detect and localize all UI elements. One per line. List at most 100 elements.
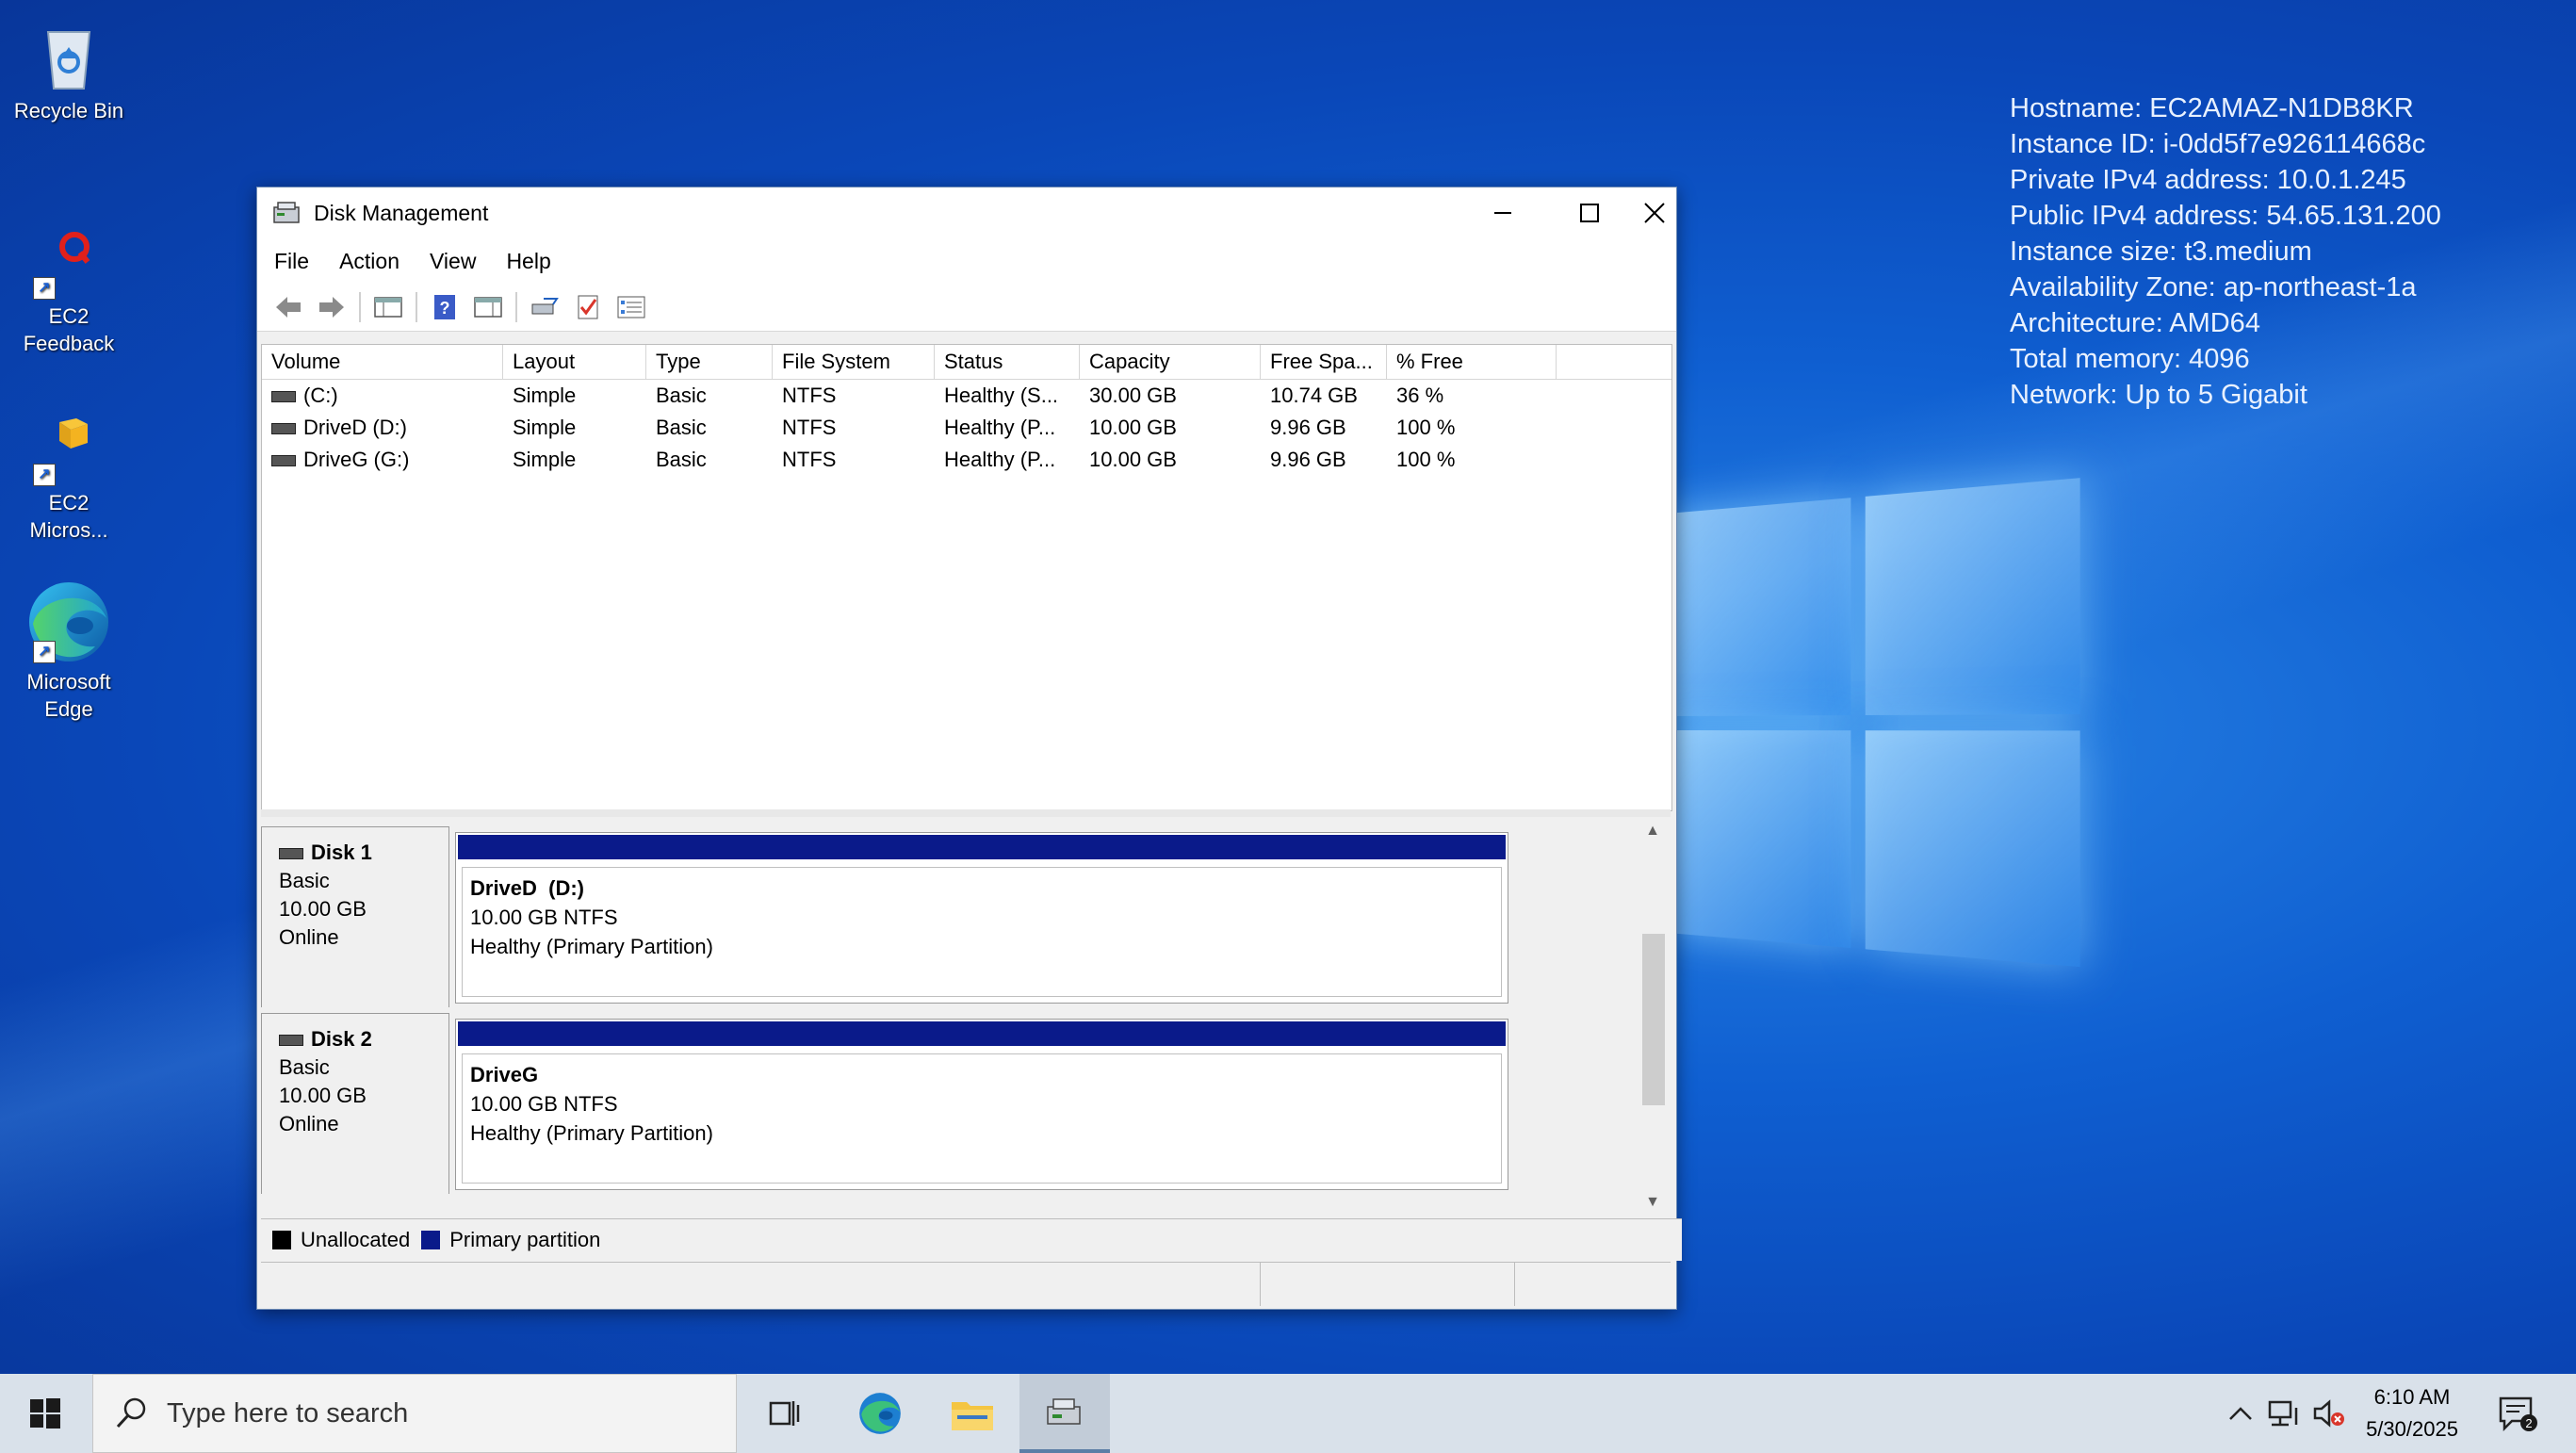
close-button[interactable] xyxy=(1633,188,1676,238)
show-hide-console-tree-button[interactable] xyxy=(372,291,404,323)
desktop-icon-label: Microsoft Edge xyxy=(26,670,110,721)
disk-size: 10.00 GB xyxy=(279,1082,448,1110)
notification-center-icon: 2 xyxy=(2497,1395,2538,1432)
partition-block[interactable]: DriveD (D:) 10.00 GB NTFS Healthy (Prima… xyxy=(455,832,1508,1004)
partition-fs: 10.00 GB NTFS xyxy=(470,903,1501,932)
chevron-up-icon xyxy=(2228,1405,2253,1422)
taskbar-clock[interactable]: 6:10 AM 5/30/2025 xyxy=(2337,1381,2487,1445)
scrollbar-thumb[interactable] xyxy=(1642,934,1665,1105)
back-button[interactable] xyxy=(272,291,304,323)
table-row[interactable]: (C:) Simple Basic NTFS Healthy (S... 30.… xyxy=(262,380,1671,412)
desktop-icon-ec2-feedback[interactable]: ↗ EC2 Feedback xyxy=(8,224,130,357)
forward-arrow-icon xyxy=(318,295,346,319)
network-button[interactable] xyxy=(2265,1374,2305,1453)
maximize-button[interactable] xyxy=(1546,188,1633,238)
disk-info[interactable]: Disk 2 Basic 10.00 GB Online xyxy=(261,1013,449,1194)
volume-status: Healthy (S... xyxy=(935,380,1080,412)
sysinfo-total-memory: Total memory: 4096 xyxy=(2010,341,2441,377)
column-header-status[interactable]: Status xyxy=(935,345,1080,379)
taskbar-disk-management-button[interactable] xyxy=(1019,1374,1110,1453)
table-row[interactable]: DriveD (D:) Simple Basic NTFS Healthy (P… xyxy=(262,412,1671,444)
disk-row[interactable]: Disk 2 Basic 10.00 GB Online DriveG 10.0… xyxy=(261,1013,1524,1194)
disk-management-app-icon xyxy=(1044,1394,1085,1429)
desktop-icon-ec2-microsoft[interactable]: ↗ EC2 Micros... xyxy=(8,411,130,544)
partition-status: Healthy (Primary Partition) xyxy=(470,932,1501,961)
minimize-button[interactable] xyxy=(1459,188,1546,238)
properties-button[interactable] xyxy=(615,291,647,323)
toolbar-separator xyxy=(416,292,417,322)
disk-row[interactable]: Disk 1 Basic 10.00 GB Online DriveD (D:)… xyxy=(261,826,1524,1007)
volume-type: Basic xyxy=(646,412,773,444)
desktop-icon-recycle-bin[interactable]: Recycle Bin xyxy=(8,19,130,125)
task-view-button[interactable] xyxy=(739,1374,829,1453)
desktop-icon-label: EC2 Micros... xyxy=(29,491,107,542)
disk-view-scrollbar[interactable]: ▲ ▼ xyxy=(1639,817,1667,1216)
menu-view[interactable]: View xyxy=(430,249,476,274)
legend-unallocated: Unallocated xyxy=(301,1228,410,1252)
volume-status: Healthy (P... xyxy=(935,412,1080,444)
column-header-percent-free[interactable]: % Free xyxy=(1387,345,1557,379)
volume-list: Volume Layout Type File System Status Ca… xyxy=(261,344,1672,811)
show-hidden-icons-button[interactable] xyxy=(2224,1374,2258,1453)
column-header-volume[interactable]: Volume xyxy=(262,345,503,379)
column-header-capacity[interactable]: Capacity xyxy=(1080,345,1261,379)
volume-capacity: 10.00 GB xyxy=(1080,412,1261,444)
primary-partition-swatch xyxy=(421,1231,440,1249)
check-properties-button[interactable] xyxy=(572,291,604,323)
network-icon xyxy=(2268,1398,2302,1429)
volume-layout: Simple xyxy=(503,380,646,412)
taskbar-file-explorer-button[interactable] xyxy=(927,1374,1018,1453)
volume-free-space: 9.96 GB xyxy=(1261,412,1387,444)
volume-percent-free: 36 % xyxy=(1387,380,1557,412)
desktop-icon-label: EC2 Feedback xyxy=(24,304,115,355)
svg-text:?: ? xyxy=(440,299,450,318)
status-bar-divider xyxy=(1514,1263,1515,1306)
disk-icon xyxy=(279,848,303,859)
volume-file-system: NTFS xyxy=(773,444,935,476)
help-button[interactable]: ? xyxy=(429,291,461,323)
sysinfo-network: Network: Up to 5 Gigabit xyxy=(2010,377,2441,413)
shortcut-arrow-icon: ↗ xyxy=(33,277,56,300)
sysinfo-instance-id: Instance ID: i-0dd5f7e926114668c xyxy=(2010,126,2441,162)
scroll-up-arrow-icon[interactable]: ▲ xyxy=(1639,823,1667,840)
toolbar-separator xyxy=(359,292,361,322)
show-action-pane-button[interactable] xyxy=(472,291,504,323)
shortcut-arrow-icon: ↗ xyxy=(33,464,56,486)
column-header-free-space[interactable]: Free Spa... xyxy=(1261,345,1387,379)
column-header-file-system[interactable]: File System xyxy=(773,345,935,379)
partition-details: DriveG 10.00 GB NTFS Healthy (Primary Pa… xyxy=(462,1053,1502,1184)
menu-help[interactable]: Help xyxy=(506,249,550,274)
status-bar xyxy=(261,1262,1671,1306)
column-header-layout[interactable]: Layout xyxy=(503,345,646,379)
notifications-button[interactable]: 2 xyxy=(2487,1374,2548,1453)
title-bar[interactable]: Disk Management xyxy=(257,188,1676,238)
scroll-down-arrow-icon[interactable]: ▼ xyxy=(1639,1194,1667,1211)
edge-icon xyxy=(856,1389,905,1438)
partition-block[interactable]: DriveG 10.00 GB NTFS Healthy (Primary Pa… xyxy=(455,1019,1508,1190)
volume-type: Basic xyxy=(646,444,773,476)
toolbar: ? xyxy=(257,284,1676,332)
shortcut-arrow-icon: ↗ xyxy=(33,641,56,663)
taskbar-search-box[interactable]: Type here to search xyxy=(92,1374,737,1453)
volume-capacity: 30.00 GB xyxy=(1080,380,1261,412)
folder-icon xyxy=(950,1395,995,1432)
column-header-type[interactable]: Type xyxy=(646,345,773,379)
volume-type: Basic xyxy=(646,380,773,412)
desktop-icon-microsoft-edge[interactable]: ↗ Microsoft Edge xyxy=(8,575,130,723)
table-row[interactable]: DriveG (G:) Simple Basic NTFS Healthy (P… xyxy=(262,444,1671,476)
volume-name: DriveD (D:) xyxy=(303,416,407,439)
disk-type: Basic xyxy=(279,1053,448,1082)
connect-virtual-disk-button[interactable] xyxy=(529,291,561,323)
start-button[interactable] xyxy=(0,1374,90,1453)
ec2-package-icon: ↗ xyxy=(31,411,106,486)
disk-info[interactable]: Disk 1 Basic 10.00 GB Online xyxy=(261,826,449,1007)
search-icon xyxy=(112,1395,150,1432)
disk-name: Disk 1 xyxy=(311,841,372,864)
volume-layout: Simple xyxy=(503,444,646,476)
menu-action[interactable]: Action xyxy=(339,249,399,274)
forward-button[interactable] xyxy=(316,291,348,323)
menu-file[interactable]: File xyxy=(274,249,309,274)
taskbar-edge-button[interactable] xyxy=(835,1374,925,1453)
task-view-icon xyxy=(767,1397,801,1429)
sysinfo-availability-zone: Availability Zone: ap-northeast-1a xyxy=(2010,269,2441,305)
